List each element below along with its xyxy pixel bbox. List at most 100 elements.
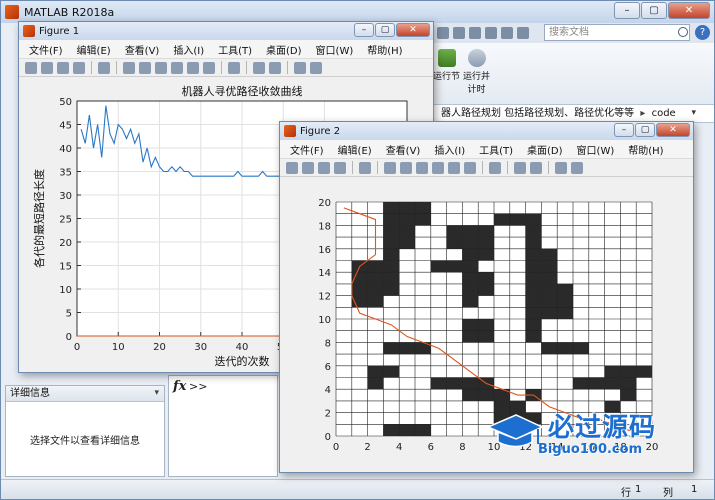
y-tick-label: 4 xyxy=(325,385,331,396)
copy-quick-icon[interactable] xyxy=(469,27,481,39)
toolbar-separator xyxy=(246,61,247,74)
redo-quick-icon[interactable] xyxy=(517,27,529,39)
menu-help[interactable]: 帮助(H) xyxy=(628,142,663,157)
figure2-window-controls: – ▢ ✕ xyxy=(614,123,690,137)
menu-insert[interactable]: 插入(I) xyxy=(173,42,204,57)
new-figure-icon[interactable] xyxy=(286,161,298,174)
obstacle-cell xyxy=(462,260,479,273)
zoom-in-icon[interactable] xyxy=(384,161,396,174)
y-tick-label: 12 xyxy=(318,292,331,303)
maximize-button[interactable]: ▢ xyxy=(375,23,395,37)
details-panel-message: 选择文件以查看详细信息 xyxy=(30,436,140,447)
run-section-icon xyxy=(437,49,456,67)
new-figure-icon[interactable] xyxy=(25,61,37,74)
obstacle-cell xyxy=(525,260,542,273)
rotate-icon[interactable] xyxy=(432,161,444,174)
print-icon[interactable] xyxy=(73,61,85,74)
show-plot-tools-icon[interactable] xyxy=(571,161,583,174)
obstacle-cell xyxy=(478,237,494,249)
rotate-icon[interactable] xyxy=(171,61,183,74)
matlab-logo-icon xyxy=(284,125,296,137)
minimize-button[interactable]: – xyxy=(614,123,634,137)
path-separator-icon: ▸ xyxy=(640,108,646,119)
hide-plot-tools-icon[interactable] xyxy=(294,61,306,74)
pan-icon[interactable] xyxy=(416,161,428,174)
open-file-icon[interactable] xyxy=(302,161,314,174)
pan-icon[interactable] xyxy=(155,61,167,74)
matlab-titlebar: MATLAB R2018a – ▢ ✕ xyxy=(1,1,714,23)
paste-quick-icon[interactable] xyxy=(485,27,497,39)
open-file-icon[interactable] xyxy=(41,61,53,74)
print-icon[interactable] xyxy=(334,161,346,174)
pointer-icon[interactable] xyxy=(359,161,371,174)
obstacle-cell xyxy=(573,377,589,390)
menu-tools[interactable]: 工具(T) xyxy=(479,142,513,157)
brush-icon[interactable] xyxy=(464,161,476,174)
col-value: 1 xyxy=(691,484,698,495)
menu-file[interactable]: 文件(F) xyxy=(29,42,63,57)
obstacle-cell xyxy=(620,389,637,401)
hide-plot-tools-icon[interactable] xyxy=(555,161,567,174)
menu-window[interactable]: 窗口(W) xyxy=(577,142,615,157)
path-dropdown-icon[interactable]: ▾ xyxy=(691,105,696,122)
menu-view[interactable]: 查看(V) xyxy=(125,42,160,57)
cut-quick-icon[interactable] xyxy=(453,27,465,39)
figure2-menubar: 文件(F) 编辑(E) 查看(V) 插入(I) 工具(T) 桌面(D) 窗口(W… xyxy=(280,140,693,159)
zoom-out-icon[interactable] xyxy=(139,61,151,74)
undo-quick-icon[interactable] xyxy=(501,27,513,39)
data-cursor-icon[interactable] xyxy=(187,61,199,74)
run-section-button[interactable]: 运行节 xyxy=(433,49,460,82)
obstacle-cell xyxy=(399,225,415,238)
menu-help[interactable]: 帮助(H) xyxy=(367,42,402,57)
obstacle-cell xyxy=(462,295,479,308)
link-plot-icon[interactable] xyxy=(228,61,240,74)
legend-icon[interactable] xyxy=(269,61,281,74)
search-documentation-input[interactable]: 搜索文档 xyxy=(544,24,690,41)
colorbar-icon[interactable] xyxy=(514,161,526,174)
data-cursor-icon[interactable] xyxy=(448,161,460,174)
run-and-time-label2: 计时 xyxy=(467,85,486,95)
save-icon[interactable] xyxy=(318,161,330,174)
maximize-button[interactable]: ▢ xyxy=(641,2,667,19)
menu-desktop[interactable]: 桌面(D) xyxy=(527,142,563,157)
close-button[interactable]: ✕ xyxy=(396,23,430,37)
command-window[interactable]: fx >> xyxy=(168,375,278,477)
menu-desktop[interactable]: 桌面(D) xyxy=(266,42,302,57)
close-button[interactable]: ✕ xyxy=(656,123,690,137)
obstacle-cell xyxy=(573,342,589,355)
colorbar-icon[interactable] xyxy=(253,61,265,74)
obstacle-cell xyxy=(351,283,368,296)
minimize-button[interactable]: – xyxy=(614,2,640,19)
obstacle-cell xyxy=(383,213,400,226)
save-quick-icon[interactable] xyxy=(437,27,449,39)
help-icon[interactable]: ? xyxy=(695,25,710,40)
run-and-time-button[interactable]: 运行并 计时 xyxy=(463,49,490,95)
show-plot-tools-icon[interactable] xyxy=(310,61,322,74)
search-icon[interactable] xyxy=(678,27,688,37)
save-icon[interactable] xyxy=(57,61,69,74)
pointer-icon[interactable] xyxy=(98,61,110,74)
zoom-in-icon[interactable] xyxy=(123,61,135,74)
legend-icon[interactable] xyxy=(530,161,542,174)
chevron-down-icon[interactable]: ▾ xyxy=(154,386,159,401)
menu-view[interactable]: 查看(V) xyxy=(386,142,421,157)
brush-icon[interactable] xyxy=(203,61,215,74)
zoom-out-icon[interactable] xyxy=(400,161,412,174)
maximize-button[interactable]: ▢ xyxy=(635,123,655,137)
menu-edit[interactable]: 编辑(E) xyxy=(77,42,111,57)
menu-tools[interactable]: 工具(T) xyxy=(218,42,252,57)
menu-insert[interactable]: 插入(I) xyxy=(434,142,465,157)
path-leaf[interactable]: code xyxy=(652,108,676,119)
minimize-button[interactable]: – xyxy=(354,23,374,37)
close-button[interactable]: ✕ xyxy=(668,2,710,19)
command-prompt: >> xyxy=(189,380,208,393)
menu-edit[interactable]: 编辑(E) xyxy=(338,142,372,157)
fx-icon[interactable]: fx xyxy=(173,379,186,394)
menu-file[interactable]: 文件(F) xyxy=(290,142,324,157)
menu-window[interactable]: 窗口(W) xyxy=(316,42,354,57)
path-segment[interactable]: 器人路径规划 包括路径规划、路径优化等等 xyxy=(441,108,634,119)
obstacle-cell xyxy=(525,295,542,308)
link-plot-icon[interactable] xyxy=(489,161,501,174)
x-axis-label: 迭代的次数 xyxy=(215,354,270,368)
obstacle-cell xyxy=(462,237,479,249)
